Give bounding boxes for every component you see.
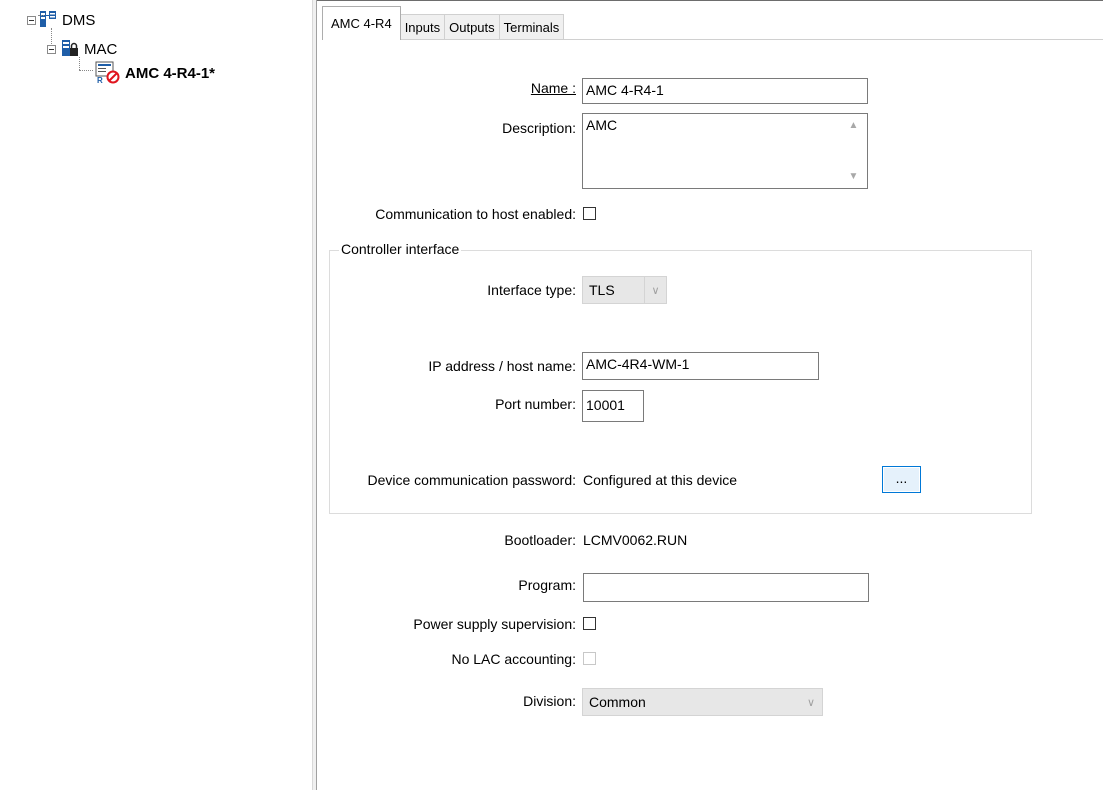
program-label: Program: xyxy=(518,577,576,593)
tab-baseline xyxy=(322,39,1103,40)
dms-server-icon xyxy=(38,10,58,31)
interface-type-value: TLS xyxy=(589,282,615,298)
bootloader-value: LCMV0062.RUN xyxy=(583,532,688,548)
power-supply-label: Power supply supervision: xyxy=(413,616,576,632)
comm-host-checkbox[interactable] xyxy=(583,207,596,220)
tree-label-dms: DMS xyxy=(62,12,96,29)
bootloader-label: Bootloader: xyxy=(504,532,576,548)
tree-label-mac: MAC xyxy=(84,41,118,58)
device-tree: DMS MAC R AMC 4-R4-1* xyxy=(0,0,312,790)
port-number-field[interactable]: 10001 xyxy=(582,390,644,422)
no-lac-label: No LAC accounting: xyxy=(451,651,576,667)
power-supply-checkbox[interactable] xyxy=(583,617,596,630)
pane-top-border xyxy=(317,0,1103,1)
division-label: Division: xyxy=(523,693,576,709)
tab-terminals[interactable]: Terminals xyxy=(498,14,565,40)
port-number-label: Port number: xyxy=(495,396,576,412)
ip-address-label: IP address / host name: xyxy=(428,358,576,374)
name-label: Name : xyxy=(530,80,576,96)
interface-type-label: Interface type: xyxy=(487,282,576,298)
password-label: Device communication password: xyxy=(367,472,576,488)
amc-controller-disabled-icon: R xyxy=(95,60,121,87)
password-status: Configured at this device xyxy=(583,472,738,488)
mac-server-lock-icon xyxy=(58,38,80,61)
description-label: Description: xyxy=(502,120,576,136)
pane-splitter[interactable] xyxy=(312,0,317,790)
scroll-down-icon[interactable]: ▼ xyxy=(849,171,859,182)
password-config-button[interactable]: ... xyxy=(882,466,921,493)
name-field[interactable]: AMC 4-R4-1 xyxy=(582,78,868,104)
collapse-icon[interactable] xyxy=(27,16,36,25)
collapse-icon[interactable] xyxy=(47,45,56,54)
tree-node-mac[interactable]: MAC xyxy=(47,38,117,61)
description-field[interactable]: AMC xyxy=(582,113,868,189)
tab-outputs[interactable]: Outputs xyxy=(444,14,500,40)
ip-address-field[interactable]: AMC-4R4-WM-1 xyxy=(582,352,819,380)
tree-connector xyxy=(38,15,44,16)
tree-node-amc[interactable]: R AMC 4-R4-1* xyxy=(95,60,215,87)
tab-amc-4-r4[interactable]: AMC 4-R4 xyxy=(322,6,401,40)
division-select[interactable]: Common ∨ xyxy=(582,688,823,716)
tab-inputs[interactable]: Inputs xyxy=(399,14,446,40)
svg-text:R: R xyxy=(97,76,103,84)
tree-label-amc: AMC 4-R4-1* xyxy=(125,65,216,82)
division-value: Common xyxy=(589,694,646,710)
chevron-down-icon[interactable]: ∨ xyxy=(644,277,666,303)
interface-type-select[interactable]: TLS ∨ xyxy=(582,276,667,304)
controller-interface-title: Controller interface xyxy=(339,241,462,257)
description-text: AMC xyxy=(586,117,618,133)
chevron-down-icon[interactable]: ∨ xyxy=(800,689,822,715)
scroll-up-icon[interactable]: ▲ xyxy=(849,120,859,131)
comm-host-label: Communication to host enabled: xyxy=(375,206,576,222)
tree-node-dms[interactable]: DMS xyxy=(27,10,95,31)
tab-strip: AMC 4-R4 Inputs Outputs Terminals xyxy=(322,6,565,40)
description-scrollbar[interactable]: ▲ ▼ xyxy=(845,116,862,186)
tree-connector xyxy=(79,70,93,71)
program-field[interactable] xyxy=(583,573,869,602)
no-lac-checkbox xyxy=(583,652,596,665)
tree-connector xyxy=(79,57,80,70)
